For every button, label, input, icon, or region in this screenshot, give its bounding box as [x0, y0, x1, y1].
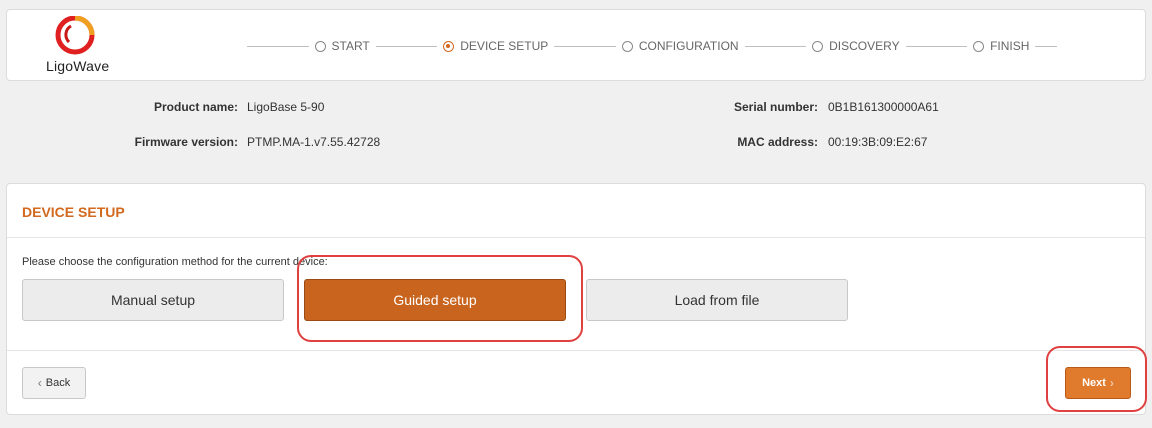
- step-label: FINISH: [990, 39, 1030, 53]
- serial-number-label: Serial number:: [733, 100, 818, 114]
- back-button-label: Back: [45, 377, 71, 389]
- config-method-prompt: Please choose the configuration method f…: [22, 256, 328, 268]
- firmware-version-value: PTMP.MA-1.v7.55.42728: [247, 135, 381, 149]
- step-label: START: [331, 39, 370, 53]
- chevron-left-icon: ‹: [37, 376, 42, 390]
- step-discovery: DISCOVERY: [806, 39, 905, 53]
- step-connector: [744, 45, 807, 47]
- manual-setup-button[interactable]: Manual setup: [22, 279, 284, 321]
- product-name-label: Product name:: [153, 100, 238, 114]
- wizard-header: LigoWave START DEVICE SETUP CONFIGURATIO…: [6, 9, 1146, 81]
- step-radio-icon: [812, 40, 824, 52]
- step-connector: [1035, 45, 1057, 47]
- firmware-version-label: Firmware version:: [134, 135, 238, 149]
- step-radio-icon: [973, 40, 985, 52]
- step-label: DISCOVERY: [829, 39, 900, 53]
- chevron-right-icon: ›: [1109, 376, 1114, 390]
- step-device-setup: DEVICE SETUP: [437, 39, 554, 53]
- step-label: DEVICE SETUP: [460, 39, 549, 53]
- ligowave-logo-icon: [55, 16, 95, 55]
- next-button[interactable]: Next ›: [1065, 367, 1131, 399]
- step-radio-icon: [314, 40, 326, 52]
- step-radio-icon: [621, 40, 633, 52]
- step-connector: [247, 45, 309, 47]
- load-from-file-button[interactable]: Load from file: [586, 279, 848, 321]
- mac-address-label: MAC address:: [737, 135, 818, 149]
- step-label: CONFIGURATION: [638, 39, 739, 53]
- mac-address-value: 00:19:3B:09:E2:67: [828, 135, 928, 149]
- device-info: Product name: LigoBase 5-90 Firmware ver…: [0, 90, 1152, 160]
- back-button[interactable]: ‹ Back: [22, 367, 86, 399]
- device-setup-panel: DEVICE SETUP Please choose the configura…: [6, 183, 1146, 415]
- divider: [7, 350, 1145, 351]
- step-start: START: [309, 39, 376, 53]
- serial-number-value: 0B1B161300000A61: [828, 100, 939, 114]
- step-finish: FINISH: [967, 39, 1035, 53]
- step-configuration: CONFIGURATION: [616, 39, 745, 53]
- step-connector: [375, 45, 438, 47]
- guided-setup-button[interactable]: Guided setup: [304, 279, 566, 321]
- next-button-label: Next: [1082, 377, 1106, 389]
- product-name-value: LigoBase 5-90: [247, 100, 325, 114]
- logo-text: LigoWave: [46, 58, 110, 74]
- wizard-steps: START DEVICE SETUP CONFIGURATION DISCOVE…: [247, 38, 1057, 54]
- divider: [7, 237, 1145, 238]
- panel-title: DEVICE SETUP: [22, 204, 125, 220]
- step-connector: [905, 45, 968, 47]
- step-connector: [554, 45, 616, 47]
- ligowave-logo: LigoWave: [45, 16, 125, 76]
- step-radio-active-icon: [443, 40, 455, 52]
